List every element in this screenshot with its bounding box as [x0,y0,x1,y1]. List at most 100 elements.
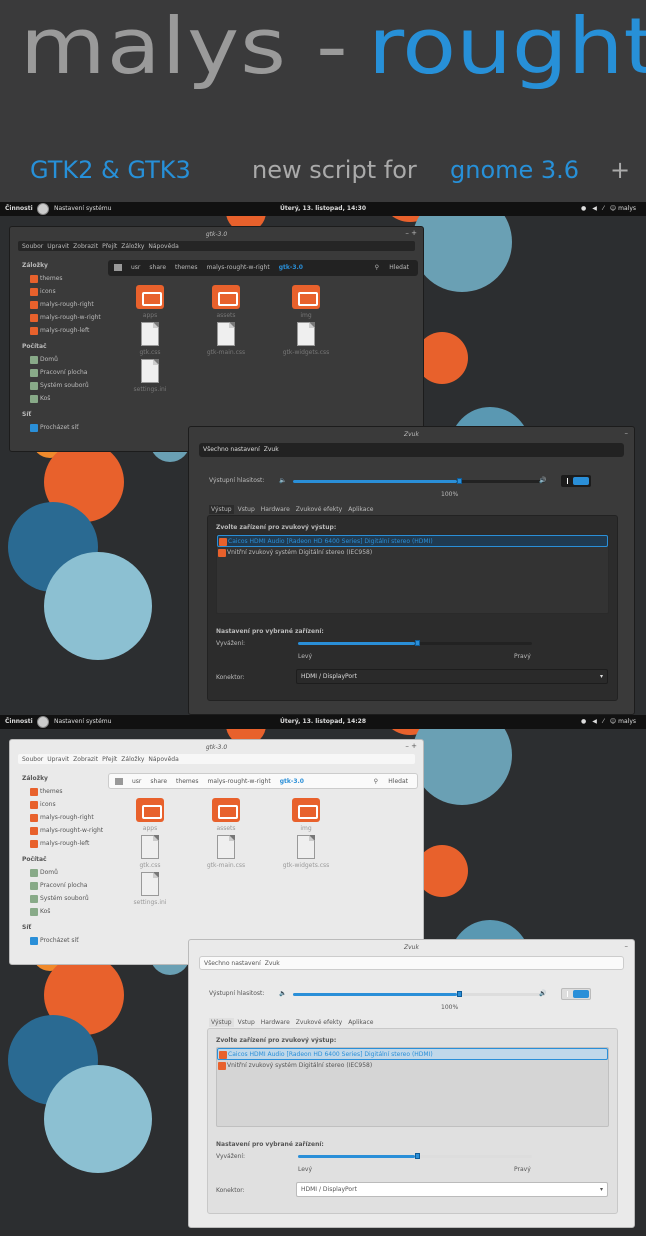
device-row[interactable]: Caicos HDMI Audio [Radeon HD 6400 Series… [217,1048,608,1060]
sidebar-item[interactable]: malys-rough-w-right [22,312,118,325]
mute-toggle[interactable] [561,475,591,487]
tab[interactable]: Aplikace [346,505,375,514]
device-row[interactable]: Vnitřní zvukový systém Digitální stereo … [217,547,608,559]
sidebar-item[interactable]: Pracovní plocha [22,880,118,893]
all-settings-button[interactable]: Všechno nastavení [204,960,261,967]
sidebar-item[interactable]: Procházet síť [22,935,118,948]
path-segment[interactable]: malys-rought-w-right [208,778,271,785]
menu-item[interactable]: Upravit [47,243,69,250]
path-nav-icon[interactable] [114,264,122,271]
balance-knob[interactable] [415,1153,420,1159]
path-nav-icon[interactable] [115,778,123,785]
sidebar-item[interactable]: Procházet síť [22,422,118,435]
file-item[interactable]: gtk-widgets.css [276,835,336,869]
search-button[interactable]: Hledat [389,264,409,271]
volume-icon[interactable]: ◀ [592,718,597,725]
path-segment[interactable]: usr [131,264,140,271]
balance-knob[interactable] [415,640,420,646]
balance-slider[interactable] [298,640,532,646]
tab[interactable]: Vstup [236,505,257,514]
all-settings-button[interactable]: Všechno nastavení [203,446,260,453]
menu-item[interactable]: Soubor [22,756,43,763]
clock[interactable]: Úterý, 13. listopad, 14:30 [0,205,646,212]
menu-item[interactable]: Zobrazit [73,243,98,250]
file-item[interactable]: apps [120,798,180,832]
menu-item[interactable]: Nápověda [148,243,178,250]
sidebar-item[interactable]: icons [22,799,118,812]
connector-select[interactable]: HDMI / DisplayPort ▾ [296,669,608,684]
tab[interactable]: Hardware [259,505,292,514]
accessibility-icon[interactable]: ● [581,205,586,212]
volume-slider[interactable] [293,991,545,997]
user-icon[interactable]: ☺ [610,718,616,725]
sidebar-item[interactable]: Pracovní plocha [22,367,118,380]
file-item[interactable]: gtk-main.css [196,835,256,869]
user-name[interactable]: malys [618,205,636,212]
balance-slider[interactable] [298,1153,532,1159]
volume-knob[interactable] [456,991,462,997]
path-segment[interactable]: malys-rought-w-right [207,264,270,271]
file-item[interactable]: img [276,285,336,319]
device-row[interactable]: Vnitřní zvukový systém Digitální stereo … [217,1060,608,1072]
sidebar-item[interactable]: Domů [22,867,118,880]
pen-icon[interactable]: ⁄ [603,718,604,725]
sidebar-item[interactable]: Systém souborů [22,893,118,906]
sidebar-item[interactable]: malys-rough-right [22,299,118,312]
menu-item[interactable]: Upravit [47,756,69,763]
menu-item[interactable]: Přejít [102,243,117,250]
tab[interactable]: Zvukové efekty [294,505,344,514]
menu-item[interactable]: Soubor [22,243,43,250]
tab[interactable]: Zvukové efekty [294,1018,344,1027]
path-segment[interactable]: themes [175,264,198,271]
sidebar-item[interactable]: Koš [22,393,118,406]
path-segment[interactable]: gtk-3.0 [280,778,304,785]
sidebar-item[interactable]: icons [22,286,118,299]
file-item[interactable]: apps [120,285,180,319]
tab[interactable]: Vstup [236,1018,257,1027]
sidebar-item[interactable]: malys-rough-left [22,838,118,851]
path-segment[interactable]: usr [132,778,141,785]
menu-item[interactable]: Záložky [121,756,144,763]
tab[interactable]: Výstup [209,505,234,514]
close-icon[interactable]: – [625,429,629,437]
tab[interactable]: Hardware [259,1018,292,1027]
close-icon[interactable]: – [625,942,629,950]
path-segment[interactable]: themes [176,778,199,785]
connector-select[interactable]: HDMI / DisplayPort ▾ [296,1182,608,1197]
volume-icon[interactable]: ◀ [592,205,597,212]
pen-icon[interactable]: ⁄ [603,205,604,212]
file-item[interactable]: assets [196,285,256,319]
sidebar-item[interactable]: Systém souborů [22,380,118,393]
path-segment[interactable]: share [149,264,166,271]
file-item[interactable]: gtk.css [120,835,180,869]
menu-item[interactable]: Nápověda [148,756,178,763]
tab[interactable]: Výstup [209,1018,234,1027]
file-item[interactable]: gtk-main.css [196,322,256,356]
accessibility-icon[interactable]: ● [581,718,586,725]
mute-toggle[interactable] [561,988,591,1000]
file-item[interactable]: img [276,798,336,832]
menu-item[interactable]: Záložky [121,243,144,250]
file-item[interactable]: settings.ini [120,872,180,906]
sidebar-item[interactable]: malys-rough-right [22,812,118,825]
user-name[interactable]: malys [618,718,636,725]
sidebar-item[interactable]: themes [22,786,118,799]
search-icon[interactable]: ⚲ [375,264,379,271]
user-icon[interactable]: ☺ [610,205,616,212]
tab[interactable]: Aplikace [346,1018,375,1027]
sidebar-item[interactable]: Domů [22,354,118,367]
device-row[interactable]: Caicos HDMI Audio [Radeon HD 6400 Series… [217,535,608,547]
menu-item[interactable]: Přejít [102,756,117,763]
file-item[interactable]: assets [196,798,256,832]
search-button[interactable]: Hledat [388,778,408,785]
volume-slider[interactable] [293,478,545,484]
sidebar-item[interactable]: malys-rough-left [22,325,118,338]
sidebar-item[interactable]: Koš [22,906,118,919]
path-segment[interactable]: gtk-3.0 [279,264,303,271]
clock[interactable]: Úterý, 13. listopad, 14:28 [0,718,646,725]
sidebar-item[interactable]: malys-rought-w-right [22,825,118,838]
file-item[interactable]: settings.ini [120,359,180,393]
path-segment[interactable]: share [150,778,167,785]
menu-item[interactable]: Zobrazit [73,756,98,763]
sidebar-item[interactable]: themes [22,273,118,286]
